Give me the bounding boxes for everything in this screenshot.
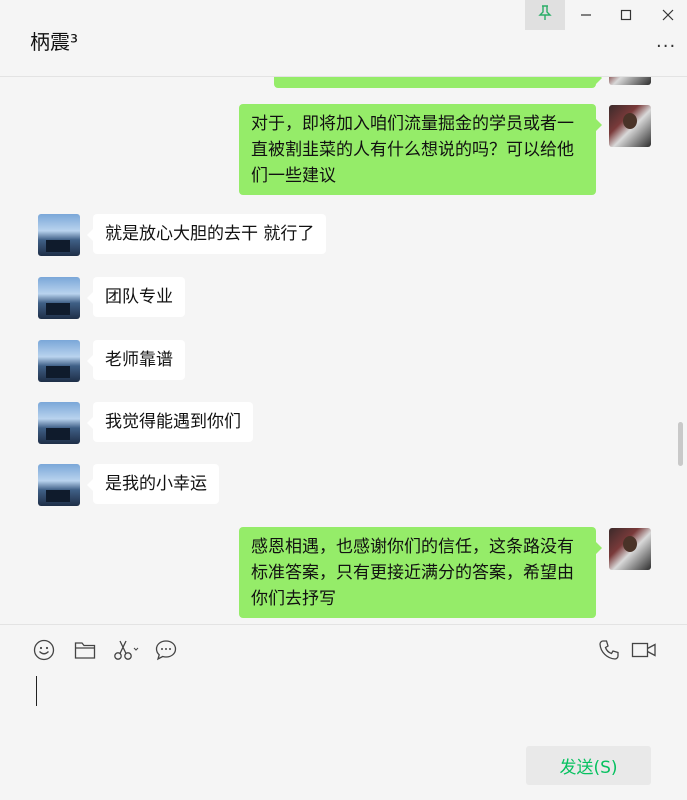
message-bubble-other[interactable]: 老师靠谱: [87, 340, 185, 380]
screenshot-button[interactable]: [112, 639, 142, 665]
avatar-self[interactable]: [609, 528, 651, 570]
message-text: 我觉得能遇到你们: [105, 412, 241, 432]
avatar-other[interactable]: [38, 277, 80, 319]
minimize-button[interactable]: [566, 0, 606, 30]
maximize-button[interactable]: [606, 0, 646, 30]
folder-icon: [74, 640, 96, 664]
video-icon: [631, 640, 657, 664]
avatar-other[interactable]: [38, 214, 80, 256]
message-text: 感恩相遇，也感谢你们的信任，这条路没有标准答案，只有更接近满分的答案，希望由你们…: [251, 537, 574, 609]
emoji-button[interactable]: [31, 639, 57, 665]
avatar-other[interactable]: [38, 340, 80, 382]
avatar-self[interactable]: [609, 77, 651, 85]
message-input[interactable]: [20, 669, 670, 739]
scrollbar-thumb[interactable]: [678, 422, 683, 466]
minimize-icon: [580, 6, 592, 25]
input-area: 发送(S): [0, 624, 687, 800]
send-button[interactable]: 发送(S): [526, 746, 651, 785]
avatar-other[interactable]: [38, 402, 80, 444]
avatar-other[interactable]: [38, 464, 80, 506]
close-icon: [662, 6, 674, 25]
message-bubble-self[interactable]: [274, 77, 602, 88]
maximize-icon: [620, 6, 632, 25]
message-bubble-self[interactable]: 感恩相遇，也感谢你们的信任，这条路没有标准答案，只有更接近满分的答案，希望由你们…: [239, 527, 602, 618]
message-bubble-other[interactable]: 团队专业: [87, 277, 185, 317]
chat-bubble-icon: [155, 639, 177, 665]
phone-icon: [598, 639, 620, 665]
title-bar: 柄震³ ···: [0, 0, 687, 77]
scissors-icon: [113, 639, 141, 665]
message-text: 就是放心大胆的去干 就行了: [105, 224, 315, 244]
close-button[interactable]: [648, 0, 687, 30]
pin-button[interactable]: [525, 0, 565, 30]
more-icon: ···: [656, 36, 677, 57]
message-bubble-other[interactable]: 是我的小幸运: [87, 464, 219, 504]
message-bubble-self[interactable]: 对于，即将加入咱们流量掘金的学员或者一直被割韭菜的人有什么想说的吗？可以给他们一…: [239, 104, 602, 195]
emoji-icon: [33, 639, 55, 665]
more-options-button[interactable]: ···: [656, 38, 680, 56]
chat-window: 柄震³ ··· 对于，即将加入咱们流量掘金的学员或者一直被割韭菜的人有什么想说的…: [0, 0, 687, 800]
message-text: 团队专业: [105, 287, 173, 307]
voice-call-button[interactable]: [596, 639, 622, 665]
chat-title: 柄震³: [30, 30, 79, 54]
video-call-button[interactable]: [630, 639, 658, 665]
chat-history-button[interactable]: [153, 639, 179, 665]
pin-icon: [538, 5, 552, 25]
message-text: 对于，即将加入咱们流量掘金的学员或者一直被割韭菜的人有什么想说的吗？可以给他们一…: [251, 114, 574, 186]
message-bubble-other[interactable]: 就是放心大胆的去干 就行了: [86, 214, 327, 254]
message-list[interactable]: 对于，即将加入咱们流量掘金的学员或者一直被割韭菜的人有什么想说的吗？可以给他们一…: [0, 77, 687, 624]
message-text: 是我的小幸运: [105, 474, 207, 494]
message-text: 老师靠谱: [105, 350, 173, 370]
avatar-self[interactable]: [609, 105, 651, 147]
send-file-button[interactable]: [72, 639, 98, 665]
text-cursor: [36, 676, 37, 706]
message-bubble-other[interactable]: 我觉得能遇到你们: [87, 402, 253, 442]
